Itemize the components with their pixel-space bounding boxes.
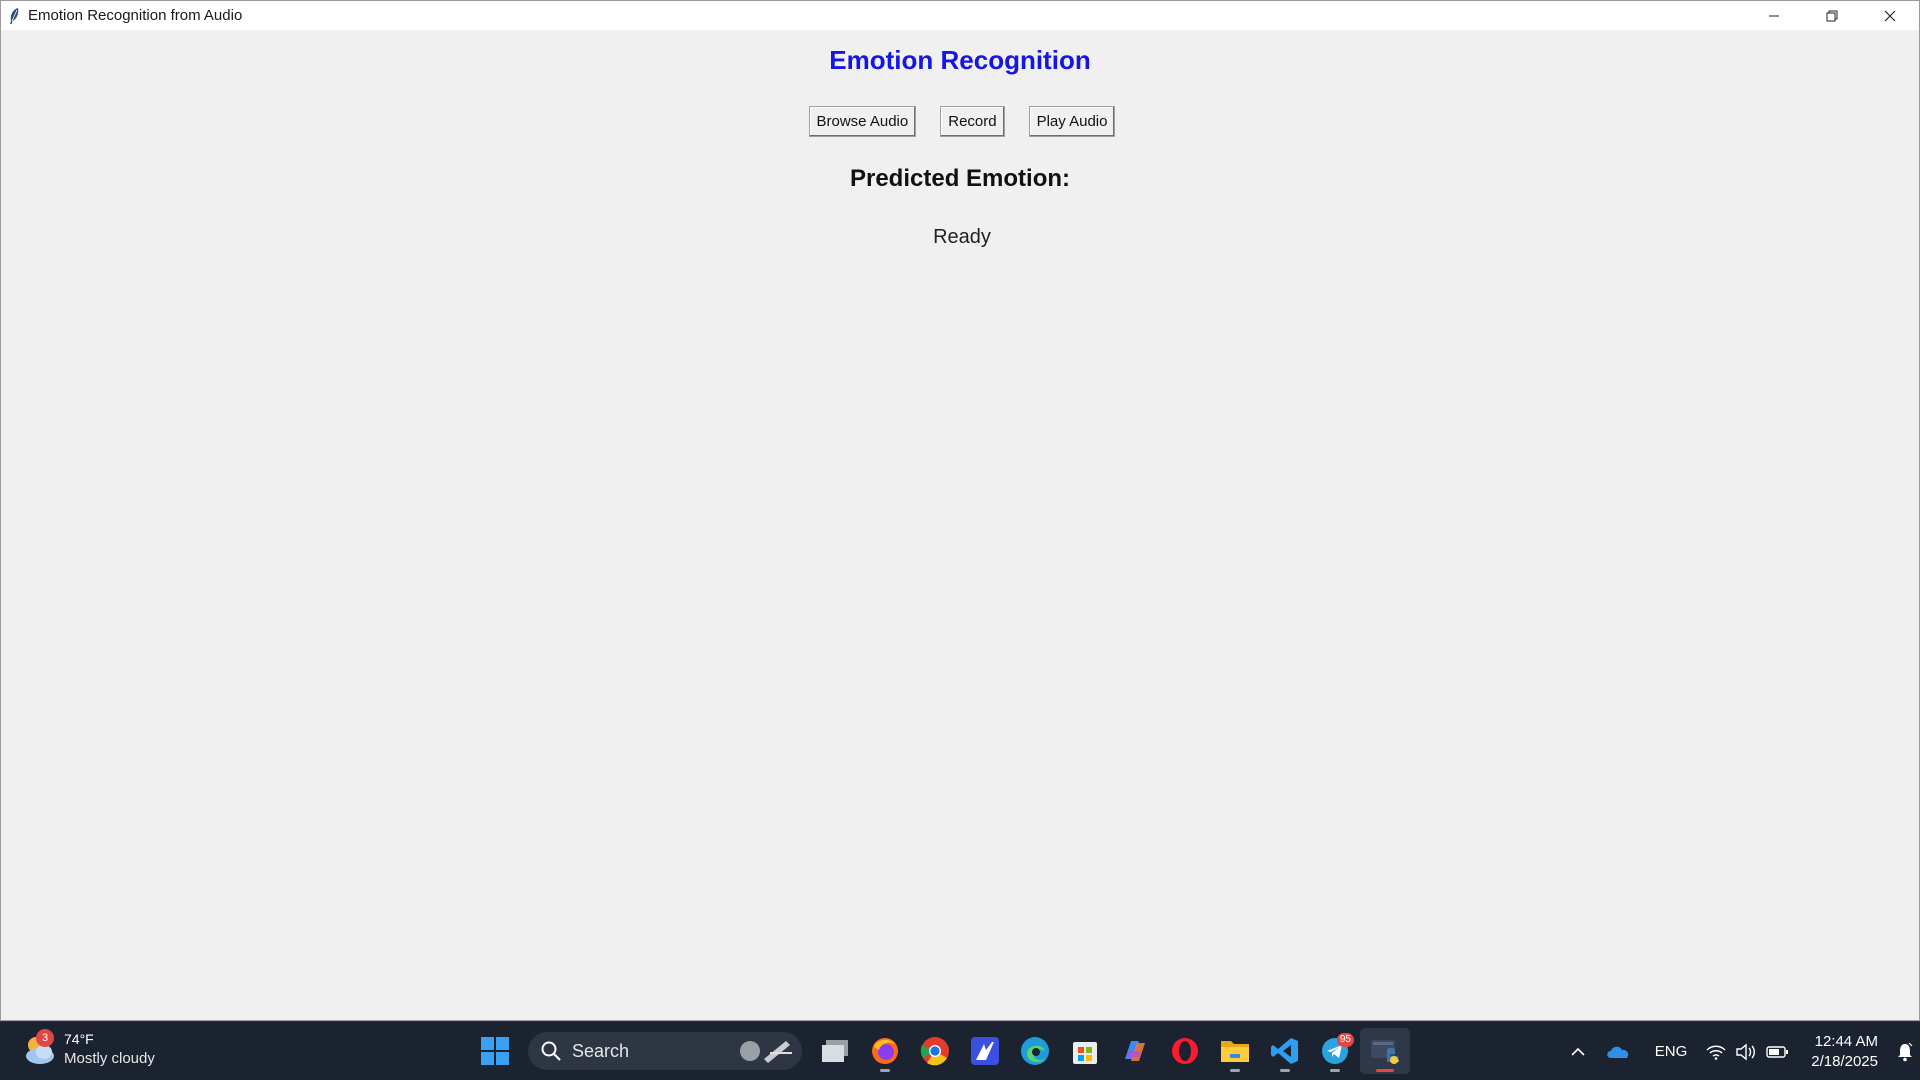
taskbar-app[interactable] xyxy=(960,1028,1010,1074)
window-title: Emotion Recognition from Audio xyxy=(28,7,243,24)
search-icon xyxy=(541,1041,561,1061)
weather-temperature: 74°F xyxy=(64,1031,94,1047)
app-heading: Emotion Recognition xyxy=(829,45,1091,75)
taskbar: 3 74°F Mostly cloudy Search 95 ENG 12:44… xyxy=(0,1021,1920,1080)
clock-time: 12:44 AM xyxy=(1814,1032,1878,1050)
vscode-icon xyxy=(1271,1038,1298,1064)
app-window: Emotion Recognition from Audio Emotion R… xyxy=(0,0,1920,1021)
chrome-icon xyxy=(920,1037,949,1066)
system-tray: ENG 12:44 AM 2/18/2025 xyxy=(1561,1022,1920,1080)
active-window-indicator xyxy=(1376,1069,1394,1072)
weather-condition: Mostly cloudy xyxy=(64,1050,155,1067)
opera-icon xyxy=(1172,1038,1198,1064)
file-explorer-icon xyxy=(1221,1041,1249,1062)
play-audio-button[interactable]: Play Audio xyxy=(1028,106,1116,137)
taskbar-firefox[interactable] xyxy=(860,1028,910,1074)
search-placeholder: Search xyxy=(572,1040,630,1061)
running-indicator xyxy=(1280,1069,1290,1072)
wifi-icon xyxy=(1706,1045,1726,1060)
copilot-icon xyxy=(1125,1041,1145,1061)
taskbar-file-explorer[interactable] xyxy=(1210,1028,1260,1074)
taskbar-opera[interactable] xyxy=(1160,1028,1210,1074)
windows-icon xyxy=(481,1037,509,1065)
taskbar-telegram[interactable]: 95 xyxy=(1310,1028,1360,1074)
microsoft-store-icon xyxy=(1073,1042,1097,1064)
taskbar-edge[interactable] xyxy=(1010,1028,1060,1074)
taskbar-store[interactable] xyxy=(1060,1028,1110,1074)
telegram-notification-badge: 95 xyxy=(1336,1033,1354,1047)
battery-icon xyxy=(1766,1045,1789,1058)
notifications-button[interactable] xyxy=(1890,1022,1920,1080)
network-button[interactable] xyxy=(1701,1022,1731,1080)
bell-icon xyxy=(1898,1042,1913,1061)
edge-icon xyxy=(1021,1037,1049,1065)
status-text: Ready xyxy=(933,226,991,248)
restore-button[interactable] xyxy=(1803,1,1861,30)
weather-alert-badge: 3 xyxy=(36,1029,54,1047)
browse-audio-button[interactable]: Browse Audio xyxy=(808,106,917,137)
taskbar-clock[interactable]: 12:44 AM 2/18/2025 xyxy=(1811,1032,1878,1072)
taskbar-search[interactable]: Search xyxy=(528,1032,802,1070)
restore-icon xyxy=(1826,10,1838,21)
language-label: ENG xyxy=(1654,1043,1688,1060)
taskbar-copilot[interactable] xyxy=(1110,1028,1160,1074)
record-button[interactable]: Record xyxy=(940,106,1005,137)
weather-widget[interactable]: 3 74°F Mostly cloudy xyxy=(22,1029,155,1068)
title-bar[interactable]: Emotion Recognition from Audio xyxy=(1,1,1919,30)
clock-date: 2/18/2025 xyxy=(1811,1052,1878,1070)
search-highlight-icon xyxy=(740,1041,792,1063)
close-button[interactable] xyxy=(1861,1,1919,30)
start-button[interactable] xyxy=(470,1028,520,1074)
running-indicator xyxy=(1230,1069,1240,1072)
battery-button[interactable] xyxy=(1761,1022,1793,1080)
running-indicator xyxy=(1330,1069,1340,1072)
app-icon xyxy=(971,1037,999,1065)
onedrive-icon xyxy=(1607,1046,1628,1058)
language-indicator[interactable]: ENG xyxy=(1641,1022,1702,1080)
show-hidden-icons-button[interactable] xyxy=(1561,1022,1595,1080)
predicted-emotion-label: Predicted Emotion: xyxy=(849,165,1071,192)
task-view-button[interactable] xyxy=(810,1028,860,1074)
taskbar-vscode[interactable] xyxy=(1260,1028,1310,1074)
button-row: Browse Audio Record Play Audio xyxy=(1,106,1919,137)
chevron-up-icon xyxy=(1571,1047,1585,1056)
task-view-icon xyxy=(822,1040,848,1062)
taskbar-python[interactable] xyxy=(1360,1028,1410,1074)
minimize-button[interactable] xyxy=(1745,1,1803,30)
close-icon xyxy=(1884,10,1896,21)
cloud-sun-icon: 3 xyxy=(22,1029,58,1067)
minimize-icon xyxy=(1769,15,1779,16)
firefox-icon xyxy=(872,1038,898,1064)
onedrive-button[interactable] xyxy=(1595,1022,1641,1080)
feather-icon xyxy=(7,7,21,25)
speaker-icon xyxy=(1736,1043,1756,1060)
taskbar-apps: Search 95 xyxy=(470,1028,1410,1074)
taskbar-chrome[interactable] xyxy=(910,1028,960,1074)
python-icon xyxy=(1371,1040,1399,1064)
volume-button[interactable] xyxy=(1731,1022,1761,1080)
app-content: Emotion Recognition Browse Audio Record … xyxy=(1,30,1919,1021)
running-indicator xyxy=(880,1069,890,1072)
